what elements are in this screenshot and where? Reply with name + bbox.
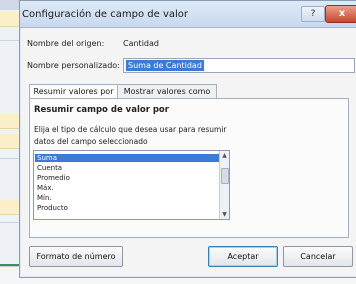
custom-name-label: Nombre personalizado: [27,61,120,70]
section-heading: Resumir campo de valor por [34,105,169,115]
list-item-product[interactable]: Producto [35,204,219,212]
tab-show-values-as[interactable]: Mostrar valores como [117,84,217,99]
cancel-button[interactable]: Cancelar [283,246,353,267]
source-name-label: Nombre del origen: [27,39,105,48]
description-line-2: datos del campo seleccionado [34,137,148,146]
scroll-up-arrow-icon[interactable]: ▲ [220,151,229,160]
list-item-count[interactable]: Cuenta [35,164,219,172]
scrollbar-thumb[interactable] [221,168,229,184]
value-field-settings-dialog: Configuración de campo de valor ? x Nomb… [19,0,356,278]
list-item-max[interactable]: Máx. [35,184,219,192]
dialog-titlebar[interactable]: Configuración de campo de valor ? x [20,1,356,28]
description-line-1: Elija el tipo de cálculo que desea usar … [34,125,227,134]
custom-name-value: Suma de Cantidad [126,60,204,71]
list-scrollbar[interactable]: ▲ ▼ [219,151,229,219]
number-format-button[interactable]: Formato de número [29,246,123,267]
list-item-sum[interactable]: Suma [35,154,219,162]
list-item-min[interactable]: Mín. [35,194,219,202]
help-button[interactable]: ? [301,6,325,22]
summary-function-list[interactable]: Suma Cuenta Promedio Máx. Mín. Producto … [33,150,230,220]
source-name-value: Cantidad [123,39,159,48]
custom-name-input[interactable]: Suma de Cantidad [123,58,355,73]
ok-button[interactable]: Aceptar [208,246,278,267]
help-icon: ? [310,9,316,19]
dialog-title: Configuración de campo de valor [22,9,188,20]
scroll-down-arrow-icon[interactable]: ▼ [220,210,229,219]
list-item-average[interactable]: Promedio [35,174,219,182]
close-icon: x [338,8,346,19]
close-button[interactable]: x [325,5,356,23]
